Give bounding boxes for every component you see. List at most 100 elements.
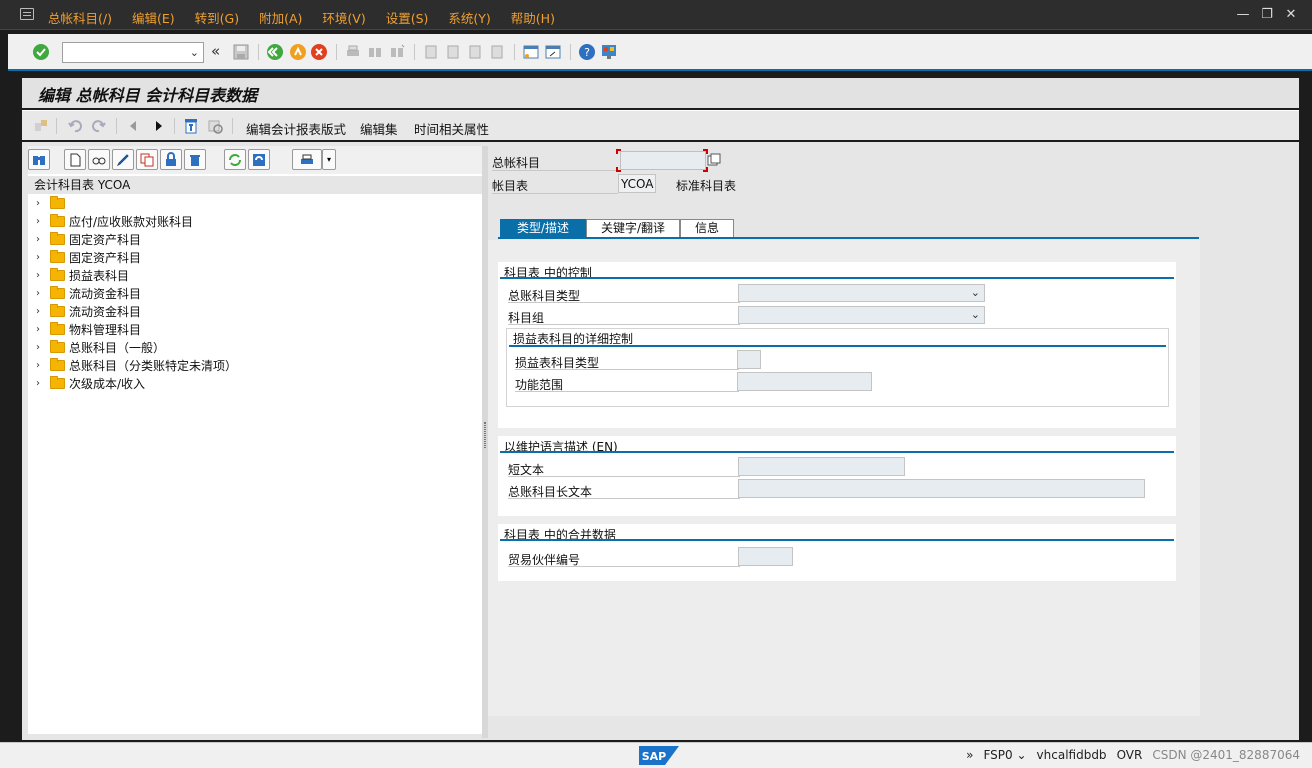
restore-button[interactable]: ❐: [1260, 7, 1274, 22]
reload-button[interactable]: [248, 149, 270, 170]
svg-text:?: ?: [584, 46, 590, 59]
app-menu-icon[interactable]: [20, 8, 34, 20]
menu-goto[interactable]: 转到(G): [195, 8, 239, 27]
other-object-icon[interactable]: [32, 117, 50, 135]
expand-arrow-icon[interactable]: ›: [36, 306, 46, 317]
expand-arrow-icon[interactable]: ›: [36, 360, 46, 371]
print-options-dropdown[interactable]: ▾: [322, 149, 336, 170]
last-page-icon[interactable]: [488, 43, 506, 61]
account-type-dropdown[interactable]: ⌄: [738, 284, 985, 302]
tree-node[interactable]: › 次级成本/收入: [28, 374, 482, 392]
gl-account-input[interactable]: [620, 151, 706, 170]
pl-account-type-input[interactable]: [737, 350, 761, 369]
status-system[interactable]: FSP0 ⌄: [983, 748, 1026, 762]
folder-icon: [50, 231, 65, 245]
tree-node[interactable]: › 应付/应收账款对账科目: [28, 212, 482, 230]
menu-settings[interactable]: 设置(S): [386, 8, 429, 27]
status-info: » FSP0 ⌄ vhcalfidbdb OVR CSDN @2401_8288…: [966, 748, 1300, 762]
copy-button[interactable]: [136, 149, 158, 170]
cancel-icon[interactable]: [310, 43, 328, 61]
tree-node[interactable]: › 流动资金科目: [28, 302, 482, 320]
help-icon[interactable]: ?: [578, 43, 596, 61]
expand-arrow-icon[interactable]: ›: [36, 342, 46, 353]
functional-area-input[interactable]: [737, 372, 872, 391]
first-page-icon[interactable]: [422, 43, 440, 61]
menu-environment[interactable]: 环境(V): [322, 8, 365, 27]
tab-type-description[interactable]: 类型/描述: [500, 219, 586, 237]
long-text-input[interactable]: [738, 479, 1145, 498]
block-button[interactable]: [160, 149, 182, 170]
shortcut-icon[interactable]: [544, 43, 562, 61]
menu-edit[interactable]: 编辑(E): [132, 8, 175, 27]
expand-arrow-icon[interactable]: ›: [36, 378, 46, 389]
expand-arrow-icon[interactable]: ›: [36, 216, 46, 227]
edit-report-layout-button[interactable]: 编辑会计报表版式: [246, 119, 346, 138]
status-expand-icon[interactable]: »: [966, 748, 973, 762]
previous-arrow-icon[interactable]: [124, 117, 142, 135]
menu-system[interactable]: 系统(Y): [448, 8, 490, 27]
where-used-icon[interactable]: [182, 117, 200, 135]
next-page-icon[interactable]: [466, 43, 484, 61]
expand-arrow-icon[interactable]: ›: [36, 270, 46, 281]
previous-page-icon[interactable]: [444, 43, 462, 61]
enter-icon[interactable]: [32, 43, 50, 61]
sap-logo: SAP: [639, 746, 679, 765]
page-title: 编辑 总帐科目 会计科目表数据: [38, 86, 258, 105]
tree-node[interactable]: ›: [28, 194, 482, 212]
short-text-input[interactable]: [738, 457, 905, 476]
tree-node[interactable]: › 流动资金科目: [28, 284, 482, 302]
close-window-button[interactable]: ✕: [1284, 7, 1298, 22]
double-left-arrow-icon[interactable]: «: [211, 42, 220, 60]
time-dependent-attributes-button[interactable]: 时间相关属性: [414, 119, 489, 138]
tree-node[interactable]: › 损益表科目: [28, 266, 482, 284]
redo-icon[interactable]: [90, 117, 108, 135]
chevron-down-icon[interactable]: ⌄: [190, 46, 199, 59]
expand-arrow-icon[interactable]: ›: [36, 198, 46, 209]
tab-information[interactable]: 信息: [680, 219, 734, 237]
status-overwrite-mode: OVR: [1116, 748, 1143, 762]
refresh-button[interactable]: [224, 149, 246, 170]
create-session-icon[interactable]: [522, 43, 540, 61]
change-button[interactable]: [112, 149, 134, 170]
chart-of-accounts-label: 帐目表: [492, 179, 529, 193]
customize-layout-icon[interactable]: [600, 43, 618, 61]
expand-arrow-icon[interactable]: ›: [36, 234, 46, 245]
print-icon[interactable]: [344, 43, 362, 61]
tree-node[interactable]: › 总账科目（分类账特定未清项）: [28, 356, 482, 374]
print-tree-button[interactable]: [292, 149, 322, 170]
find-binoculars-button[interactable]: [28, 149, 50, 170]
copy-to-clipboard-icon[interactable]: [707, 153, 721, 167]
exit-icon[interactable]: [289, 43, 307, 61]
save-icon[interactable]: [232, 43, 250, 61]
find-icon[interactable]: [366, 43, 384, 61]
toolbar-separator: [414, 44, 415, 60]
undo-icon[interactable]: [66, 117, 84, 135]
display-change-button[interactable]: [88, 149, 110, 170]
expand-arrow-icon[interactable]: ›: [36, 288, 46, 299]
tree-node[interactable]: › 固定资产科目: [28, 230, 482, 248]
tree-node[interactable]: › 物料管理科目: [28, 320, 482, 338]
menu-help[interactable]: 帮助(H): [511, 8, 555, 27]
tree-node[interactable]: › 总账科目（一般）: [28, 338, 482, 356]
expand-arrow-icon[interactable]: ›: [36, 324, 46, 335]
menu-extras[interactable]: 附加(A): [259, 8, 302, 27]
find-next-icon[interactable]: [388, 43, 406, 61]
lock-icon: [166, 151, 176, 166]
trading-partner-input[interactable]: [738, 547, 793, 566]
expand-arrow-icon[interactable]: ›: [36, 252, 46, 263]
minimize-button[interactable]: —: [1236, 7, 1250, 22]
display-other-icon[interactable]: [206, 117, 224, 135]
command-field[interactable]: ⌄: [62, 42, 204, 63]
create-button[interactable]: [64, 149, 86, 170]
splitter-grip[interactable]: [484, 422, 486, 448]
delete-button[interactable]: [184, 149, 206, 170]
required-marker: [703, 167, 708, 172]
chart-of-accounts-value: YCOA: [621, 177, 654, 191]
account-group-dropdown[interactable]: ⌄: [738, 306, 985, 324]
tree-node[interactable]: › 固定资产科目: [28, 248, 482, 266]
back-icon[interactable]: [266, 43, 284, 61]
next-arrow-icon[interactable]: [150, 117, 168, 135]
tab-keywords-translation[interactable]: 关键字/翻译: [586, 219, 680, 237]
menu-gl-account[interactable]: 总帐科目(/): [48, 8, 112, 27]
edit-set-button[interactable]: 编辑集: [360, 119, 398, 138]
